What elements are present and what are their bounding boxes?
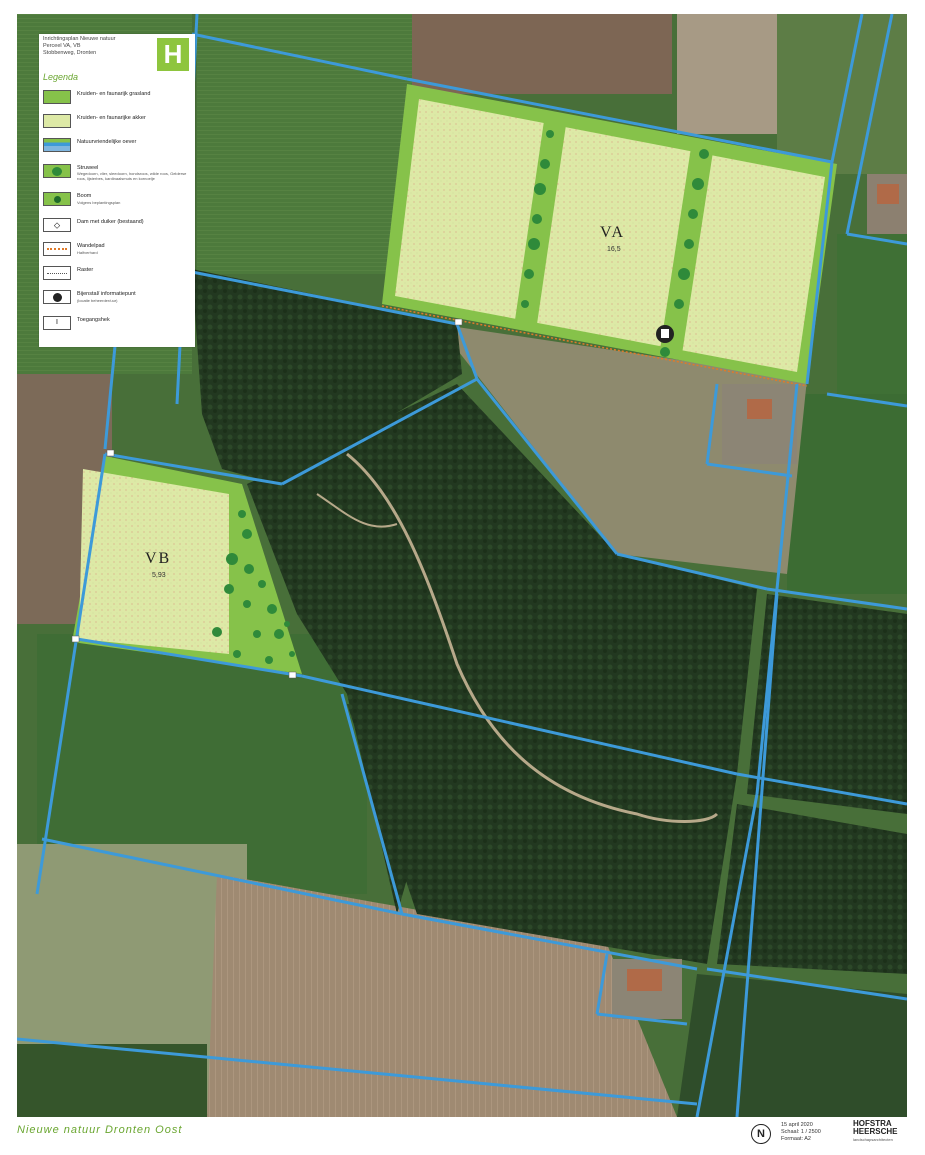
- legend-sublabel: Halfverhard: [77, 250, 98, 255]
- parcel-vb-area: 5,93: [152, 572, 166, 579]
- legend-item-dam: ⬦ Dam met duiker (bestaand): [43, 218, 193, 234]
- legend-label: Wandelpad: [77, 243, 105, 249]
- parcel-va-area: 16,5: [607, 246, 621, 253]
- legend-sublabel: Volgens beplantingsplan: [77, 200, 121, 205]
- legend-label: Bijenstal/ informatiepunt: [77, 291, 136, 297]
- legend-item-bank: Natuurvriendelijke oever: [43, 138, 193, 154]
- legend-item-grassland: Kruiden- en faunarijk grasland: [43, 90, 193, 106]
- legend-label: Boom: [77, 193, 92, 199]
- legend-sublabel: (locatie beheerder/uur): [77, 298, 118, 303]
- map-format: Formaat: A2: [781, 1136, 811, 1142]
- legend-label: Toegangshek: [77, 317, 110, 323]
- legend-item-path: Wandelpad Halfverhard: [43, 242, 193, 258]
- legend-label: Dam met duiker (bestaand): [77, 219, 144, 225]
- map-scale: Schaal: 1 / 2500: [781, 1129, 821, 1135]
- legend-item-shrub: Struweel Wegedoorn, vlier, sleedoorn, ho…: [43, 164, 193, 180]
- map-date: 15 april 2020: [781, 1122, 813, 1128]
- legend-panel: Inrichtingsplan Nieuwe natuur Perceel VA…: [39, 34, 195, 347]
- north-arrow-icon: N: [751, 1124, 771, 1144]
- firm-subtitle: landschapsarchitecten: [853, 1137, 893, 1142]
- legend-item-info: Bijenstal/ informatiepunt (locatie behee…: [43, 290, 193, 306]
- firm-name-line2: HEERSCHE: [853, 1127, 898, 1136]
- map-metadata: 15 april 2020 Schaal: 1 / 2500 Formaat: …: [781, 1122, 821, 1143]
- legend-item-fence: Raster: [43, 266, 193, 282]
- parcel-va-code: VA: [600, 224, 626, 241]
- firm-logo: H: [157, 38, 189, 71]
- fence-swatch: [43, 266, 71, 280]
- dam-icon: ⬦: [43, 218, 71, 232]
- legend-item-tree: Boom Volgens beplantingsplan: [43, 192, 193, 208]
- legend-label: Raster: [77, 267, 94, 273]
- legend-label: Natuurvriendelijke oever: [77, 139, 137, 145]
- map-title: Nieuwe natuur Dronten Oost: [17, 1124, 183, 1136]
- legend-item-gate: I Toegangshek: [43, 316, 193, 332]
- bank-swatch: [43, 138, 71, 152]
- legend-label: Kruiden- en faunarijk grasland: [77, 91, 151, 97]
- parcel-vb-code: VB: [145, 550, 172, 567]
- gate-icon: I: [43, 316, 71, 330]
- path-swatch: [43, 242, 71, 256]
- firm-name: HOFSTRA HEERSCHE: [853, 1120, 897, 1136]
- tree-swatch: [43, 192, 71, 206]
- info-point-icon: [43, 290, 71, 304]
- shrub-swatch: [43, 164, 71, 178]
- legend-sublabel: Wegedoorn, vlier, sleedoorn, hondsroos, …: [77, 171, 187, 181]
- grassland-swatch: [43, 90, 71, 104]
- field-swatch: [43, 114, 71, 128]
- legend-heading: Legenda: [43, 72, 79, 82]
- legend-item-field: Kruiden- en faunarijke akker: [43, 114, 193, 130]
- legend-label: Kruiden- en faunarijke akker: [77, 115, 146, 121]
